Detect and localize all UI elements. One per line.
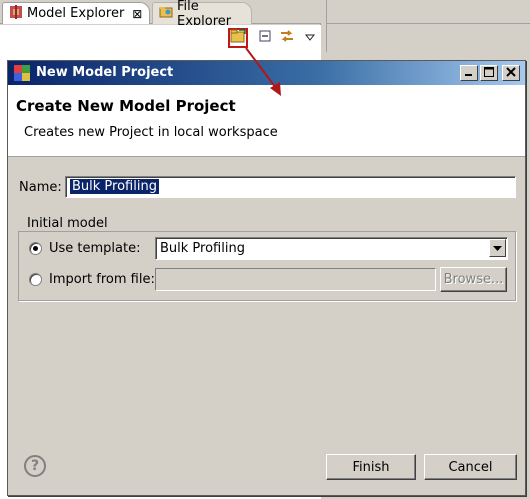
dialog-description: Creates new Project in local workspace [24,125,278,140]
close-button[interactable] [502,65,520,81]
use-template-radio[interactable] [29,242,42,255]
cancel-button[interactable]: Cancel [424,454,517,480]
tab-model-explorer[interactable]: Model Explorer ⊠ [2,2,150,24]
new-model-project-button[interactable] [228,28,248,48]
help-icon[interactable]: ? [24,455,46,477]
app-icon [13,64,31,86]
cancel-button-label: Cancel [448,459,493,475]
import-from-file-radio[interactable] [29,273,42,286]
use-template-label[interactable]: Use template: [49,241,140,256]
close-icon [506,67,516,79]
minimize-icon [464,67,474,79]
link-with-editor-button[interactable] [277,28,297,48]
maximize-button[interactable] [480,65,498,81]
editor-toolbar [326,24,530,52]
link-with-editor-icon [279,28,295,48]
import-file-path-field[interactable] [155,268,436,291]
editor-tab-bar [326,0,530,24]
radio-selected-dot [33,246,38,251]
minimize-button[interactable] [460,65,478,81]
maximize-icon [484,67,494,79]
dialog-heading: Create New Model Project [16,97,236,115]
template-dropdown-value: Bulk Profiling [160,241,245,256]
chevron-down-icon [493,241,502,256]
tab-label: Model Explorer [27,6,125,21]
view-menu-icon [304,31,316,46]
dialog-banner: Create New Model Project Creates new Pro… [8,85,525,157]
new-model-project-dialog: New Model Project Create New Model Proje… [7,60,526,496]
collapse-all-icon [258,29,272,47]
view-menu-button[interactable] [300,28,320,48]
dropdown-button[interactable] [489,239,506,257]
name-label: Name: [19,180,62,195]
new-model-project-icon [230,29,246,47]
initial-model-label: Initial model [25,216,110,231]
browse-button[interactable]: Browse... [440,267,507,292]
file-explorer-icon [159,5,173,23]
browse-button-label: Browse... [443,272,504,287]
dialog-title-bar[interactable]: New Model Project [8,61,525,85]
collapse-all-button[interactable] [255,28,275,48]
tab-file-explorer[interactable]: File Explorer [152,0,252,29]
import-from-file-label[interactable]: Import from file: [49,272,155,287]
close-icon[interactable]: ⊠ [132,7,142,21]
name-field[interactable]: Bulk Profiling [65,176,516,198]
model-explorer-icon [9,4,23,23]
dialog-title: New Model Project [36,65,174,80]
finish-button-label: Finish [352,459,390,475]
finish-button[interactable]: Finish [326,454,416,480]
name-field-value: Bulk Profiling [70,179,159,194]
template-dropdown[interactable]: Bulk Profiling [155,237,508,260]
